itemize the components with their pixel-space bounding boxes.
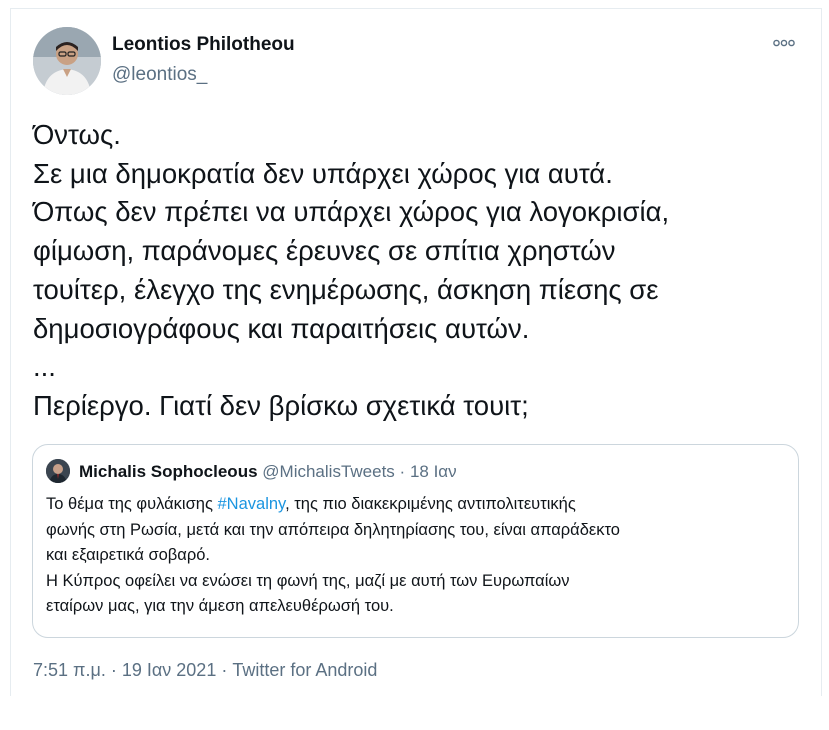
quoted-tweet[interactable]: Michalis Sophocleous @MichalisTweets · 1… (32, 444, 799, 638)
tweet-source[interactable]: Twitter for Android (232, 660, 377, 680)
quoted-text-line: εταίρων μας, για την άμεση απελευθέρωσή … (46, 597, 394, 615)
quoted-author-handle: @MichalisTweets (262, 462, 395, 481)
quoted-text-line: Το θέμα της φυλάκισης #Navalny, της πιο … (46, 492, 786, 518)
quoted-text-segment: Το θέμα της φυλάκισης (46, 495, 218, 513)
quoted-date: 18 Ιαν (409, 462, 457, 481)
quoted-author-avatar (46, 459, 70, 483)
tweet-text-line: Όντως. (33, 119, 121, 150)
quoted-text-segment: , της πιο διακεκριμένης αντιπολιτευτικής (285, 495, 576, 513)
tweet-text-line: φίμωση, παράνομες έρευνες σε σπίτια χρησ… (33, 235, 616, 267)
author-name[interactable]: Leontios Philotheou (112, 34, 295, 56)
tweet-meta: 7:51 π.μ. · 19 Ιαν 2021 · Twitter for An… (33, 660, 377, 681)
quoted-text: Το θέμα της φυλάκισης #Navalny, της πιο … (46, 492, 786, 620)
tweet-text-line: Σε μια δημοκρατία δεν υπάρχει χώρος για … (33, 157, 613, 189)
quoted-author-name: Michalis Sophocleous (79, 462, 258, 481)
tweet-text: Όντως. Σε μια δημοκρατία δεν υπάρχει χώρ… (33, 116, 803, 426)
quoted-text-line: φωνής στη Ρωσία, μετά και την απόπειρα δ… (46, 520, 620, 539)
tweet-card: Leontios Philotheou @leontios_ Όντως. Σε… (10, 8, 822, 696)
meta-separator: · (110, 660, 117, 680)
tweet-text-line: Όπως δεν πρέπει να υπάρχει χώρος για λογ… (33, 196, 670, 228)
tweet-text-line: τουίτερ, έλεγχο της ενημέρωσης, άσκηση π… (33, 273, 659, 305)
quoted-separator: · (399, 462, 406, 481)
hashtag-link[interactable]: #Navalny (218, 495, 286, 513)
tweet-text-line: ... (33, 351, 56, 383)
tweet-time[interactable]: 7:51 π.μ. (33, 660, 106, 680)
author-avatar[interactable] (33, 27, 101, 95)
quoted-text-line: και εξαιρετικά σοβαρό. (46, 546, 210, 564)
tweet-text-line: Περίεργο. Γιατί δεν βρίσκω σχετικά τουιτ… (33, 389, 529, 421)
tweet-text-line: δημοσιογράφους και παραιτήσεις αυτών. (33, 312, 530, 344)
quoted-text-line: Η Κύπρος οφείλει να ενώσει τη φωνή της, … (46, 571, 570, 590)
more-options-button[interactable] (769, 31, 799, 55)
more-horizontal-icon (773, 39, 795, 47)
tweet-date[interactable]: 19 Ιαν 2021 (122, 660, 216, 680)
quoted-header: Michalis Sophocleous @MichalisTweets · 1… (79, 462, 457, 482)
meta-separator: · (221, 660, 228, 680)
author-handle[interactable]: @leontios_ (112, 64, 207, 86)
